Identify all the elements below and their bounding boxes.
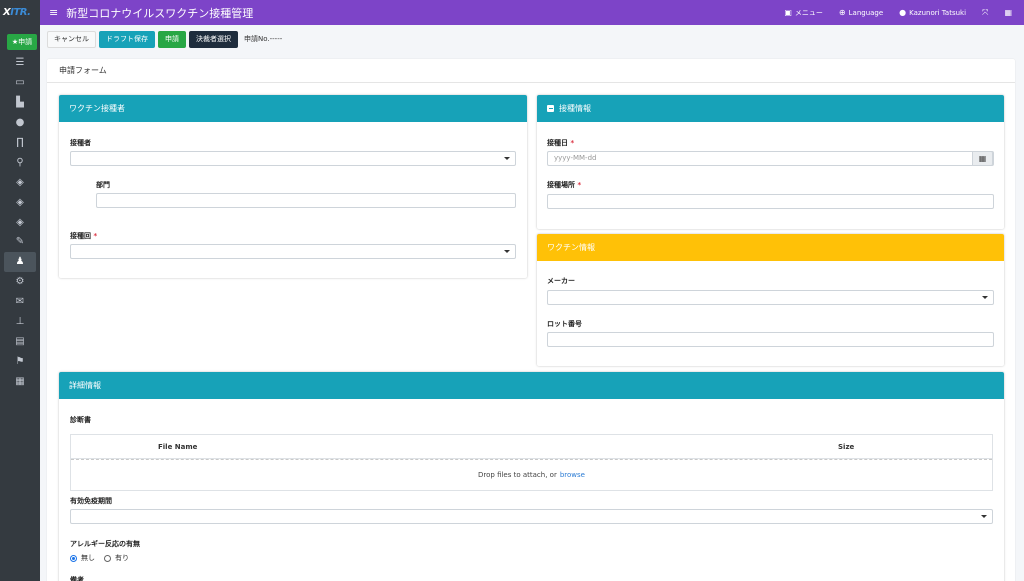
list-icon[interactable]: ☰ [0,53,40,73]
chevron-down-icon [504,157,510,160]
person-label: 接種者 [70,139,91,147]
user-icon: ● [899,8,907,17]
place-label: 接種場所 * [547,181,582,189]
vaccine-info-header: ワクチン情報 [537,234,1004,261]
app-logo[interactable]: XITR. [0,0,40,25]
archway-icon[interactable]: ∏ [0,133,40,153]
collapse-icon[interactable] [547,105,554,112]
language-button[interactable]: ⊕ Language [839,8,883,17]
bomb-icon[interactable]: ● [0,113,40,133]
form-title: 申請フォーム [47,59,1015,83]
department-field[interactable] [96,193,516,208]
allergy-radio-group: 無し 有り [70,553,129,563]
application-form-card: 申請フォーム ワクチン接種者 接種者 部門 接種回 * 接種情報 接種日 * y… [47,59,1015,581]
menu-button[interactable]: ▣ メニュー [784,8,823,18]
chevron-down-icon [504,250,510,253]
file-drop-zone[interactable]: Drop files to attach, or browse [71,459,992,490]
vaccinee-card-header: ワクチン接種者 [59,95,527,122]
cube-icon[interactable]: ◈ [0,192,40,212]
lot-field[interactable] [547,332,994,347]
detail-card: 詳細情報 診断書 File Name Size Drop files to at… [59,372,1004,581]
chevron-down-icon [981,515,987,518]
grid-icon: ▦ [1004,8,1012,17]
vaccination-info-card: 接種情報 接種日 * yyyy-MM-dd ▦ 接種場所 * [537,95,1004,229]
certificate-label: 診断書 [70,416,91,424]
vaccine-info-card: ワクチン情報 メーカー ロット番号 [537,234,1004,366]
round-label: 接種回 * [70,232,98,240]
flag-icon[interactable]: ⚑ [0,351,40,371]
round-select[interactable] [70,244,516,259]
remarks-label: 備考 [70,576,84,581]
user-menu[interactable]: ● Kazunori Tatsuki [899,8,966,17]
grid-button[interactable]: ▦ [1004,8,1012,17]
pin-icon[interactable]: ⚲ [0,152,40,172]
vaccinee-card: ワクチン接種者 接種者 部門 接種回 * [59,95,527,278]
cube-icon[interactable]: ◈ [0,172,40,192]
expand-icon: ⤧ [982,7,989,17]
allergy-no-radio[interactable] [70,554,77,562]
detail-card-header: 詳細情報 [59,372,1004,399]
lot-label: ロット番号 [547,320,582,328]
top-navbar: ≡ 新型コロナウイルスワクチン接種管理 ▣ メニュー ⊕ Language ● … [40,0,1024,25]
sidebar-nav: ☰ ▭ ▙ ● ∏ ⚲ ◈ ◈ ◈ ✎ ♟ ⚙ ✉ ⊥ ▤ ⚑ ▦ [0,53,40,391]
approver-select-button[interactable]: 決裁者選択 [189,30,238,48]
list-alt-icon[interactable]: ▤ [0,331,40,351]
sidebar: XITR. ★申請 ☰ ▭ ▙ ● ∏ ⚲ ◈ ◈ ◈ ✎ ♟ ⚙ ✉ ⊥ ▤ … [0,0,40,581]
globe-icon: ⊕ [838,8,846,17]
vaccination-info-header[interactable]: 接種情報 [537,95,1004,122]
allergy-label: アレルギー反応の有無 [70,540,140,548]
hamburger-menu-icon[interactable]: ≡ [49,6,58,19]
filename-column-header: File Name [158,442,198,451]
edit-icon[interactable]: ✎ [0,232,40,252]
department-label: 部門 [96,181,110,189]
action-bar: キャンセル ドラフト保存 申請 決裁者選択 申請No.----- [47,30,282,48]
calendar-icon[interactable]: ▦ [972,151,993,166]
app-title: 新型コロナウイルスワクチン接種管理 [66,6,254,20]
user-gear-icon[interactable]: ♟ [4,251,36,272]
date-label: 接種日 * [547,139,575,147]
person-select[interactable] [70,151,516,166]
attachment-table: File Name Size Drop files to attach, or … [70,434,993,491]
draft-save-button[interactable]: ドラフト保存 [99,30,155,48]
gear-icon[interactable]: ⚙ [0,272,40,292]
application-number: 申請No.----- [244,35,283,43]
cube-icon[interactable]: ◈ [0,212,40,232]
inbox-icon[interactable]: ▭ [0,73,40,93]
menu-square-icon: ▣ [784,8,792,17]
fullscreen-button[interactable]: ⤧ [982,8,988,18]
maker-select[interactable] [547,290,994,305]
maker-label: メーカー [547,277,575,285]
cancel-button[interactable]: キャンセル [47,30,96,48]
apply-button[interactable]: 申請 [158,30,186,48]
sitemap-icon[interactable]: ⊥ [0,312,40,332]
sidebar-apply-button[interactable]: ★申請 [7,34,37,50]
attachment-table-header: File Name Size [71,435,992,459]
mail-icon[interactable]: ✉ [0,292,40,312]
place-field[interactable] [547,194,994,209]
chevron-down-icon [982,296,988,299]
allergy-yes-radio[interactable] [104,554,111,562]
chart-icon[interactable]: ▙ [0,93,40,113]
table-icon[interactable]: ▦ [0,371,40,391]
immunity-period-select[interactable] [70,509,993,524]
immunity-period-label: 有効免疫期間 [70,497,112,505]
size-column-header: Size [838,442,855,451]
browse-link[interactable]: browse [560,471,585,479]
date-input[interactable]: yyyy-MM-dd ▦ [547,151,994,166]
